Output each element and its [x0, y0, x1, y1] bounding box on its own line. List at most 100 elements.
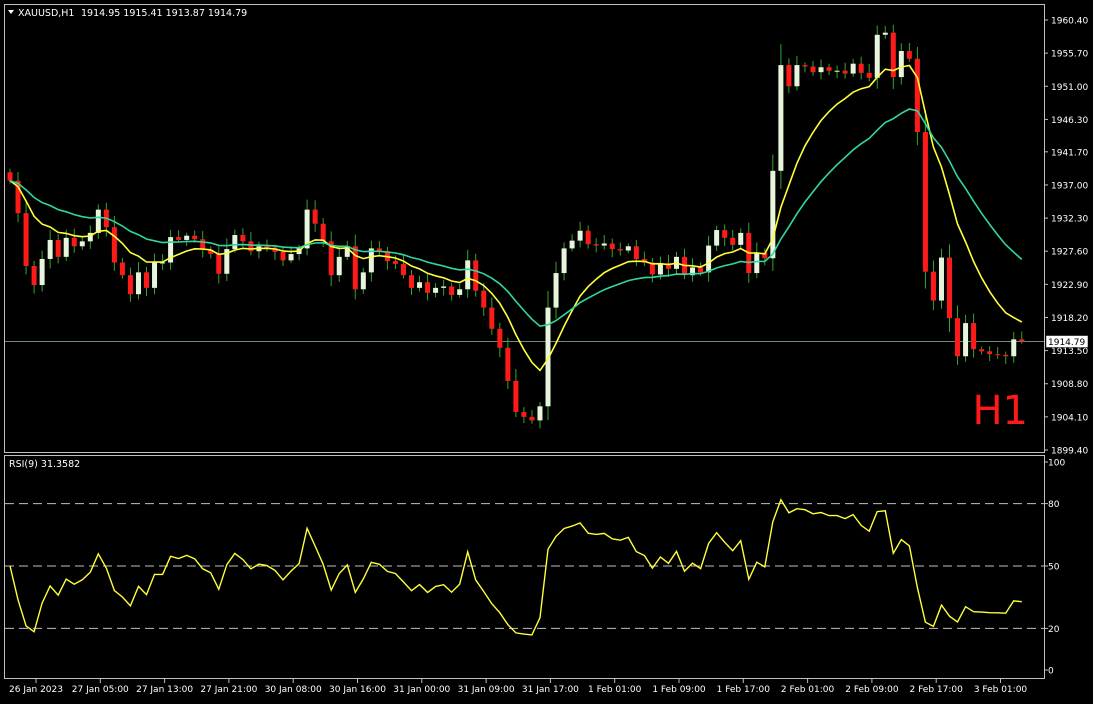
candle-bear — [810, 66, 816, 73]
candle-bear — [7, 172, 13, 181]
chart-symbol-label: XAUUSD,H1 — [18, 8, 74, 19]
candle-bear — [31, 266, 37, 286]
candle-bear — [280, 251, 286, 261]
rsi-pane-frame — [4, 455, 1045, 679]
rsi-level-lines — [5, 341, 1044, 629]
candle-bull — [754, 252, 760, 274]
candle-bull — [537, 406, 543, 421]
candle-bull — [738, 232, 744, 245]
price-axis-label: 1904.10 — [1051, 413, 1088, 423]
candle-bear — [802, 65, 808, 67]
price-axis-label: 1918.20 — [1051, 314, 1088, 324]
candle-bear — [481, 290, 487, 308]
candle-bull — [336, 256, 342, 276]
candle-bear — [971, 323, 977, 350]
candle-bear — [722, 230, 728, 238]
candle-bear — [842, 70, 848, 74]
candle-bear — [264, 246, 270, 248]
candle-bull — [152, 262, 158, 288]
candle-bear — [979, 349, 985, 352]
candle-bull — [818, 67, 824, 73]
candle-bear — [930, 271, 936, 301]
candle-bear — [955, 318, 961, 357]
candle-bull — [288, 254, 294, 261]
candle-bull — [882, 32, 888, 35]
candle-bull — [938, 257, 944, 301]
symbol-menu-triangle-icon[interactable] — [8, 10, 14, 14]
candle-bear — [312, 209, 318, 224]
rsi-axis: 100 80 50 20 0 — [1044, 459, 1065, 677]
candle-bull — [850, 63, 856, 74]
rsi-axis-label: 20 — [1048, 625, 1060, 635]
price-axis-label: 1937.00 — [1051, 181, 1088, 191]
candle-bear — [529, 416, 535, 421]
current-price-tag: 1914.79 — [1045, 335, 1089, 348]
price-axis-label: 1922.90 — [1051, 281, 1088, 291]
time-axis-label: 31 Jan 17:00 — [522, 685, 579, 695]
rsi-series — [9, 498, 1022, 636]
time-axis-label: 26 Jan 2023 — [9, 685, 63, 695]
moving-average-lines — [9, 64, 1023, 372]
candle-bear — [55, 239, 61, 257]
candle-bull — [778, 65, 784, 171]
candle-bull — [95, 209, 101, 233]
candle-bear — [858, 63, 864, 73]
candle-bear — [425, 282, 431, 293]
candle-bear — [111, 227, 117, 263]
candle-bear — [392, 261, 398, 264]
main-chart-frame — [4, 4, 1045, 453]
candle-bear — [248, 241, 254, 252]
time-axis-label: 27 Jan 21:00 — [200, 685, 257, 695]
candle-bear — [1003, 354, 1009, 357]
price-axis[interactable]: 1960.40 1955.70 1951.00 1946.30 1941.70 1937.… — [1044, 17, 1088, 457]
candle-bear — [866, 72, 872, 78]
timeframe-watermark: H1 — [972, 388, 1028, 434]
candle-bull — [232, 235, 238, 250]
chart-canvas[interactable]: 1960.40 1955.70 1951.00 1946.30 1941.70 1937.… — [0, 0, 1093, 700]
candlestick-series — [7, 24, 1025, 429]
candle-bear — [23, 213, 29, 267]
candle-bull — [184, 235, 190, 240]
time-axis-label: 31 Jan 00:00 — [393, 685, 450, 695]
time-axis-label: 27 Jan 13:00 — [136, 685, 193, 695]
candle-bear — [1019, 339, 1025, 342]
candle-bear — [216, 254, 222, 274]
candle-bull — [360, 272, 366, 290]
rsi-line — [9, 498, 1022, 636]
candle-bear — [240, 235, 246, 242]
candle-bear — [906, 51, 912, 59]
candle-bear — [987, 351, 993, 355]
candle-bull — [770, 170, 776, 259]
candle-bull — [63, 237, 69, 257]
candle-bear — [786, 65, 792, 87]
candle-bear — [71, 237, 77, 247]
price-axis-label: 1932.30 — [1051, 215, 1088, 225]
candle-bull — [706, 245, 712, 273]
price-axis-label: 1960.40 — [1051, 17, 1088, 27]
ma-fast-line — [9, 64, 1023, 372]
rsi-axis-label: 0 — [1048, 667, 1054, 677]
candle-bull — [47, 239, 53, 259]
candle-bear — [995, 354, 1001, 356]
candle-bear — [400, 263, 406, 276]
candle-bull — [441, 286, 447, 288]
time-axis-label: 27 Jan 05:00 — [72, 685, 129, 695]
time-axis-label: 1 Feb 09:00 — [652, 685, 706, 695]
time-axis-label: 2 Feb 01:00 — [781, 685, 835, 695]
candle-bull — [553, 273, 559, 308]
candle-bull — [135, 272, 141, 295]
candle-bull — [714, 230, 720, 246]
time-axis-label: 31 Jan 09:00 — [458, 685, 515, 695]
candle-bear — [489, 307, 495, 329]
candle-bull — [39, 258, 45, 286]
candle-bear — [119, 262, 125, 276]
time-axis[interactable]: 26 Jan 2023 27 Jan 05:00 27 Jan 13:00 27 Ja… — [9, 679, 1027, 695]
time-axis-label: 3 Feb 01:00 — [974, 685, 1028, 695]
candle-bear — [609, 243, 615, 250]
candle-bear — [144, 272, 150, 288]
candle-bear — [617, 249, 623, 251]
price-axis-label: 1951.00 — [1051, 83, 1088, 93]
price-axis-label: 1913.50 — [1051, 347, 1088, 357]
trading-chart-window[interactable]: 1960.40 1955.70 1951.00 1946.30 1941.70 1937.… — [0, 0, 1093, 700]
candle-bear — [473, 260, 479, 291]
